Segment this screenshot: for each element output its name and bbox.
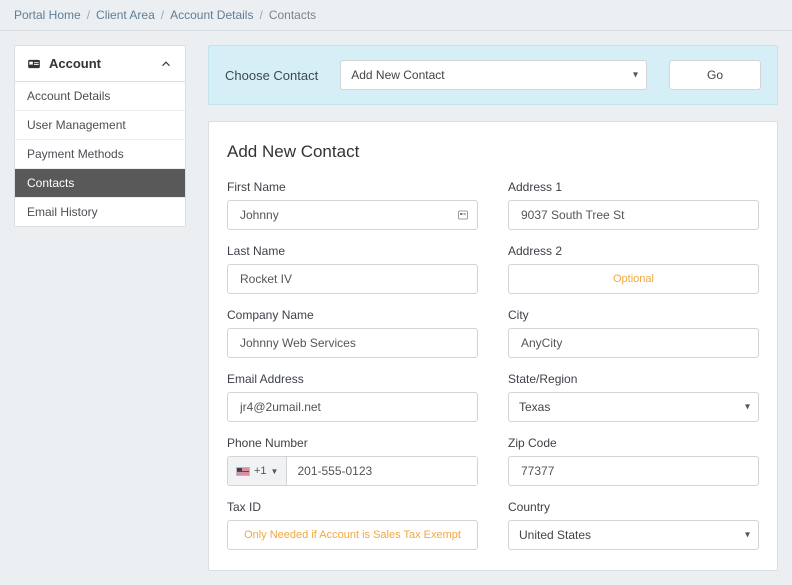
breadcrumb-sep: / xyxy=(161,8,164,22)
sidebar-item-email-history[interactable]: Email History xyxy=(15,197,185,226)
company-label: Company Name xyxy=(227,308,478,322)
last-name-input[interactable] xyxy=(227,264,478,294)
field-country: Country United States ▾ xyxy=(508,500,759,550)
breadcrumb-link[interactable]: Account Details xyxy=(170,8,253,22)
breadcrumb-sep: / xyxy=(259,8,262,22)
breadcrumb-link[interactable]: Client Area xyxy=(96,8,155,22)
select-caret-icon: ▾ xyxy=(745,402,750,413)
chevron-up-icon xyxy=(159,57,173,71)
phone-label: Phone Number xyxy=(227,436,478,450)
contact-card-icon xyxy=(457,209,469,221)
caret-down-icon: ▼ xyxy=(271,467,279,476)
sidebar-item-user-management[interactable]: User Management xyxy=(15,110,185,139)
city-input[interactable] xyxy=(508,328,759,358)
country-value: United States xyxy=(519,528,591,542)
form-title: Add New Contact xyxy=(227,142,759,162)
breadcrumb: Portal Home / Client Area / Account Deta… xyxy=(0,0,792,31)
phone-cc-value: +1 xyxy=(254,465,267,477)
flag-us-icon xyxy=(236,467,250,476)
field-first-name: First Name xyxy=(227,180,478,230)
company-input[interactable] xyxy=(227,328,478,358)
go-button[interactable]: Go xyxy=(669,60,761,90)
first-name-input[interactable] xyxy=(227,200,478,230)
account-sidebar-title: Account xyxy=(49,56,101,71)
field-company: Company Name xyxy=(227,308,478,358)
state-select[interactable]: Texas ▾ xyxy=(508,392,759,422)
sidebar-item-contacts[interactable]: Contacts xyxy=(15,168,185,197)
breadcrumb-current: Contacts xyxy=(269,8,316,22)
tax-id-label: Tax ID xyxy=(227,500,478,514)
field-address1: Address 1 xyxy=(508,180,759,230)
field-tax-id: Tax ID Only Needed if Account is Sales T… xyxy=(227,500,478,550)
choose-contact-bar: Choose Contact Add New Contact ▾ Go xyxy=(208,45,778,105)
phone-country-code[interactable]: +1 ▼ xyxy=(227,456,286,486)
breadcrumb-link[interactable]: Portal Home xyxy=(14,8,81,22)
account-sidebar: Account Account Details User Management … xyxy=(14,45,186,227)
state-value: Texas xyxy=(519,400,550,414)
country-label: Country xyxy=(508,500,759,514)
address2-label: Address 2 xyxy=(508,244,759,258)
select-caret-icon: ▾ xyxy=(745,530,750,541)
sidebar-item-payment-methods[interactable]: Payment Methods xyxy=(15,139,185,168)
address2-input[interactable]: Optional xyxy=(508,264,759,294)
tax-id-input[interactable]: Only Needed if Account is Sales Tax Exem… xyxy=(227,520,478,550)
field-last-name: Last Name xyxy=(227,244,478,294)
country-select[interactable]: United States ▾ xyxy=(508,520,759,550)
choose-contact-select[interactable]: Add New Contact ▾ xyxy=(340,60,647,90)
zip-input[interactable] xyxy=(508,456,759,486)
email-label: Email Address xyxy=(227,372,478,386)
phone-number-input[interactable] xyxy=(286,456,478,486)
address1-label: Address 1 xyxy=(508,180,759,194)
field-email: Email Address xyxy=(227,372,478,422)
state-label: State/Region xyxy=(508,372,759,386)
account-sidebar-header[interactable]: Account xyxy=(15,46,185,82)
select-caret-icon: ▾ xyxy=(633,70,638,81)
choose-contact-label: Choose Contact xyxy=(225,68,318,83)
choose-contact-value: Add New Contact xyxy=(351,68,444,82)
contact-form: Add New Contact First Name Last Name xyxy=(208,121,778,571)
field-address2: Address 2 Optional xyxy=(508,244,759,294)
field-city: City xyxy=(508,308,759,358)
last-name-label: Last Name xyxy=(227,244,478,258)
email-input[interactable] xyxy=(227,392,478,422)
id-card-icon xyxy=(27,57,41,71)
field-phone: Phone Number +1 ▼ xyxy=(227,436,478,486)
breadcrumb-sep: / xyxy=(87,8,90,22)
zip-label: Zip Code xyxy=(508,436,759,450)
first-name-label: First Name xyxy=(227,180,478,194)
account-menu: Account Details User Management Payment … xyxy=(15,82,185,226)
sidebar-item-account-details[interactable]: Account Details xyxy=(15,82,185,110)
address1-input[interactable] xyxy=(508,200,759,230)
field-zip: Zip Code xyxy=(508,436,759,486)
city-label: City xyxy=(508,308,759,322)
field-state: State/Region Texas ▾ xyxy=(508,372,759,422)
